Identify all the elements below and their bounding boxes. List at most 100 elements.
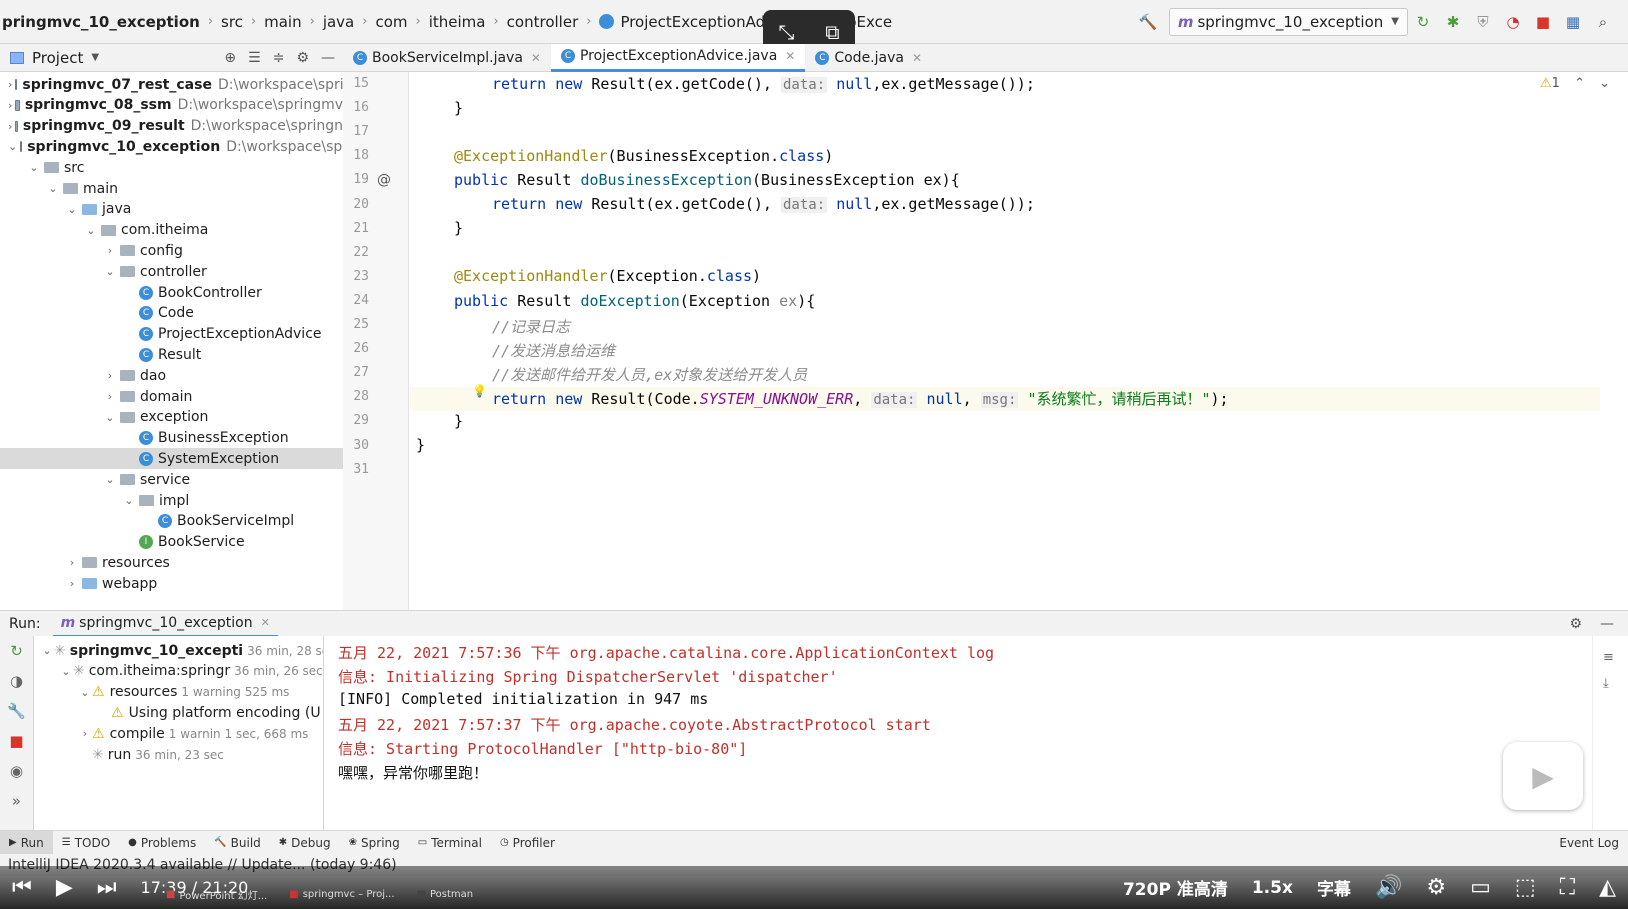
tree-item[interactable]: ⌄ controller	[0, 261, 343, 282]
tree-item[interactable]: ⌄ java	[0, 199, 343, 220]
chevron-down-icon[interactable]: ⌄	[103, 265, 117, 278]
build-tree-item[interactable]: ⚠ Using platform encoding (U	[97, 702, 321, 723]
chevron-right-icon[interactable]: ›	[65, 577, 79, 590]
chevron-down-icon[interactable]: ⌄	[78, 686, 92, 699]
close-icon[interactable]: ✕	[261, 616, 270, 629]
quality-button[interactable]: 720P 准高清	[1123, 875, 1228, 900]
scroll-to-end-icon[interactable]: ⤓	[1603, 676, 1609, 691]
wrench-icon[interactable]: 🔧	[0, 696, 33, 726]
tree-item[interactable]: ⌄ springmvc_10_exception D:\workspace\spr	[0, 136, 343, 157]
build-tree-item[interactable]: ⌄ ⚠ resources 1 warning 525 ms	[78, 682, 289, 703]
chevron-down-icon[interactable]: ⌄	[103, 473, 117, 486]
stop-icon[interactable]: ■	[1532, 11, 1554, 33]
chevron-right-icon[interactable]: ›	[103, 369, 117, 382]
editor-tab[interactable]: C BookServiceImpl.java ✕	[343, 44, 551, 72]
run-config-selector[interactable]: m springmvc_10_exception ▼	[1168, 7, 1408, 36]
breadcrumb-item-controller[interactable]: controller	[507, 13, 579, 31]
exit-fullscreen-icon[interactable]: ⤡	[778, 20, 794, 44]
project-panel-title[interactable]: Project	[32, 49, 83, 67]
subtitle-button[interactable]: 字幕	[1317, 875, 1351, 900]
tool-window-todo[interactable]: ☰ TODO	[53, 831, 119, 855]
eye-icon[interactable]: ◉	[0, 756, 33, 786]
user-icon[interactable]: ◭	[1599, 875, 1616, 900]
build-hammer-icon[interactable]: 🔨	[1137, 11, 1159, 33]
chevron-down-icon[interactable]: ⌄	[40, 644, 54, 657]
breadcrumb-item-src[interactable]: src	[221, 13, 243, 31]
tree-item[interactable]: › resources	[0, 552, 343, 573]
play-next-icon[interactable]: ▶	[1503, 742, 1583, 810]
rerun-icon[interactable]: ↻	[0, 636, 33, 666]
run-config-tab[interactable]: m springmvc_10_exception ✕	[52, 611, 278, 637]
build-tree-item[interactable]: ⌄✳springmvc_10_excepti36 min, 28 sec	[40, 640, 323, 661]
tree-item[interactable]: ⌄ com.itheima	[0, 220, 343, 241]
chevron-right-icon[interactable]: ›	[103, 390, 117, 403]
editor-tab[interactable]: C ProjectExceptionAdvice.java ✕	[550, 43, 806, 72]
tree-item[interactable]: › springmvc_09_result D:\workspace\springn	[0, 116, 343, 137]
close-icon[interactable]: ✕	[531, 51, 541, 65]
tree-item[interactable]: C ProjectExceptionAdvice	[0, 324, 343, 345]
taskbar-item[interactable]: ■ springmvc – Proj...	[283, 889, 400, 900]
chevron-right-icon[interactable]: ›	[78, 727, 92, 740]
fullscreen-icon[interactable]: ⛶	[1560, 875, 1575, 900]
toggle-view-icon[interactable]: ◑	[0, 666, 33, 696]
chevron-down-icon[interactable]: ⌄	[27, 161, 41, 174]
chevron-down-icon[interactable]: ▼	[91, 52, 99, 63]
soft-wrap-icon[interactable]: ≡	[1603, 650, 1614, 665]
minimize-icon[interactable]: —	[1600, 616, 1614, 632]
tree-item[interactable]: C BookServiceImpl	[0, 511, 343, 532]
breadcrumb-item-com[interactable]: com	[375, 13, 407, 31]
chevron-down-icon[interactable]: ⌄	[46, 182, 60, 195]
minimize-icon[interactable]: —	[321, 50, 335, 66]
volume-icon[interactable]: 🔊	[1375, 875, 1402, 900]
tree-item[interactable]: ⌄ impl	[0, 490, 343, 511]
chevron-down-icon[interactable]: ⌄	[1599, 76, 1610, 91]
chevron-up-icon[interactable]: ⌃	[1574, 76, 1585, 91]
speed-button[interactable]: 1.5x	[1252, 878, 1293, 898]
coverage-icon[interactable]: ⛨	[1472, 11, 1494, 33]
picture-in-picture-icon[interactable]: ⧉	[825, 20, 839, 44]
tool-window-problems[interactable]: ● Problems	[119, 831, 205, 855]
chevron-down-icon[interactable]: ⌄	[59, 665, 73, 678]
collapse-all-icon[interactable]: ≑	[273, 50, 285, 66]
profile-icon[interactable]: ◔	[1502, 11, 1524, 33]
tool-window-spring[interactable]: ❀ Spring	[340, 831, 409, 855]
close-icon[interactable]: ✕	[785, 49, 795, 63]
tree-item[interactable]: C Code	[0, 303, 343, 324]
tool-window-debug[interactable]: ✱ Debug	[270, 831, 340, 855]
tree-item[interactable]: › domain	[0, 386, 343, 407]
mini-player-icon[interactable]: ▭	[1470, 875, 1491, 900]
chevron-right-icon[interactable]: ›	[8, 99, 12, 112]
close-icon[interactable]: ✕	[912, 51, 922, 65]
breadcrumb-item-project[interactable]: pringmvc_10_exception	[2, 13, 200, 31]
debug-bug-icon[interactable]: ✱	[1442, 11, 1464, 33]
theater-mode-icon[interactable]: ⬚	[1515, 875, 1536, 900]
breadcrumb-item-main[interactable]: main	[264, 13, 301, 31]
event-log-button[interactable]: Event Log	[1550, 831, 1628, 855]
tree-item[interactable]: I BookService	[0, 532, 343, 553]
breadcrumb-item-itheima[interactable]: itheima	[429, 13, 486, 31]
taskbar-item[interactable]: ■ PowerPoint 幻灯...	[160, 887, 273, 902]
rerun-icon[interactable]: ↻	[1412, 11, 1434, 33]
chevron-right-icon[interactable]: ›	[8, 78, 12, 91]
tree-item[interactable]: ⌄ main	[0, 178, 343, 199]
more-icon[interactable]: »	[0, 786, 33, 816]
tree-item[interactable]: ⌄ exception	[0, 407, 343, 428]
intention-bulb-icon[interactable]: 💡	[472, 384, 487, 398]
build-tree-item[interactable]: ✳ run 36 min, 23 sec	[78, 744, 224, 765]
gear-icon[interactable]: ⚙	[296, 50, 309, 66]
editor-tab[interactable]: C Code.java ✕	[805, 44, 932, 72]
project-structure-icon[interactable]: ▦	[1562, 11, 1584, 33]
tree-item[interactable]: › config	[0, 240, 343, 261]
tree-item[interactable]: C SystemException	[0, 448, 343, 470]
tool-window-profiler[interactable]: ◷ Profiler	[491, 831, 564, 855]
chevron-down-icon[interactable]: ⌄	[84, 224, 98, 237]
tool-window-run[interactable]: ▶ Run	[0, 830, 53, 855]
settings-gear-icon[interactable]: ⚙	[1426, 875, 1446, 900]
expand-all-icon[interactable]: ☰	[248, 50, 261, 66]
chevron-down-icon[interactable]: ⌄	[65, 203, 79, 216]
stop-icon[interactable]: ■	[0, 726, 33, 756]
gear-icon[interactable]: ⚙	[1569, 616, 1582, 632]
tree-item[interactable]: › webapp	[0, 573, 343, 594]
build-tree-item[interactable]: › ⚠ compile 1 warnin 1 sec, 668 ms	[78, 723, 309, 744]
tree-item[interactable]: › dao	[0, 365, 343, 386]
